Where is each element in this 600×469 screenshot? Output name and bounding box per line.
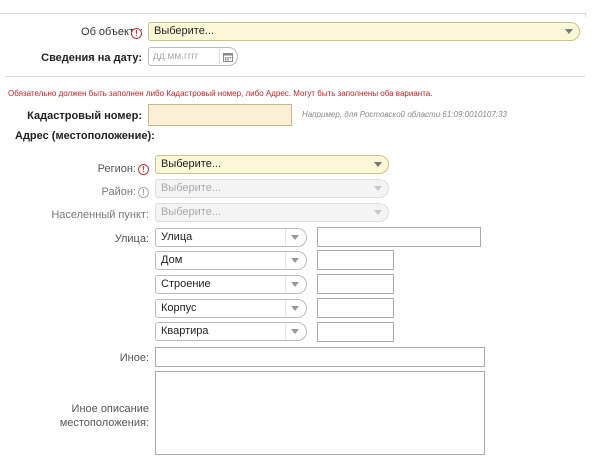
chevron-down-icon (291, 235, 299, 240)
chevron-down-icon (291, 258, 299, 263)
chevron-down-icon (565, 29, 573, 34)
street-input[interactable] (317, 227, 481, 247)
other-description-label-line1: Иное описание (71, 403, 149, 415)
district-label: Район: (101, 186, 136, 198)
select-separator (285, 252, 286, 269)
region-select-value: Выберите... (161, 158, 222, 170)
chevron-down-icon (374, 162, 382, 167)
about-object-select[interactable]: Выберите... (148, 22, 580, 41)
cadastral-input[interactable] (148, 104, 292, 126)
chevron-down-icon (374, 186, 382, 191)
info-date-label: Сведения на дату: (41, 52, 142, 64)
house-type-select[interactable]: Дом (155, 251, 307, 270)
select-separator (285, 300, 286, 317)
cadastral-label: Кадастровый номер: (27, 110, 142, 122)
block-type-select[interactable]: Корпус (155, 299, 307, 318)
required-icon: ! (138, 187, 149, 198)
required-icon: ! (138, 164, 149, 175)
top-divider-corner (585, 13, 586, 17)
warning-text: Обязательно должен быть заполнен либо Ка… (8, 89, 433, 98)
chevron-down-icon (374, 210, 382, 215)
building-input[interactable] (317, 274, 394, 294)
locality-select[interactable]: Выберите... (155, 203, 389, 222)
other-input[interactable] (155, 347, 485, 367)
other-description-textarea[interactable] (155, 371, 485, 455)
select-separator (285, 229, 286, 246)
region-label: Регион: (97, 163, 136, 175)
building-type-value: Строение (161, 278, 211, 290)
info-date-input[interactable]: дд.мм.гггг (148, 47, 238, 66)
required-icon: ! (131, 28, 142, 39)
chevron-down-icon (291, 329, 299, 334)
street-label: Улица: (114, 233, 149, 245)
apartment-input[interactable] (317, 322, 394, 342)
house-type-value: Дом (161, 254, 183, 266)
chevron-down-icon (291, 306, 299, 311)
street-type-select[interactable]: Улица (155, 228, 307, 247)
apartment-type-value: Квартира (161, 325, 209, 337)
street-type-value: Улица (161, 231, 193, 243)
section-divider (5, 76, 585, 77)
building-type-select[interactable]: Строение (155, 275, 307, 294)
apartment-type-select[interactable]: Квартира (155, 322, 307, 341)
other-label: Иное: (119, 352, 149, 364)
other-description-label-line2: местоположения: (59, 417, 149, 429)
select-separator (285, 323, 286, 340)
about-object-select-value: Выберите... (154, 25, 215, 37)
locality-label: Населенный пункт: (51, 209, 149, 221)
block-input[interactable] (317, 298, 394, 318)
region-select[interactable]: Выберите... (155, 155, 389, 174)
top-divider (0, 13, 585, 14)
district-select[interactable]: Выберите... (155, 179, 389, 198)
address-heading: Адрес (местоположение): (15, 130, 155, 142)
info-date-placeholder: дд.мм.гггг (153, 51, 199, 62)
cadastral-hint: Например, для Ростовской области 61:09:0… (302, 110, 507, 119)
block-type-value: Корпус (161, 302, 197, 314)
locality-select-value: Выберите... (161, 206, 222, 218)
house-input[interactable] (317, 250, 394, 270)
select-separator (285, 276, 286, 293)
calendar-icon[interactable] (219, 49, 236, 64)
district-select-value: Выберите... (161, 182, 222, 194)
chevron-down-icon (291, 282, 299, 287)
